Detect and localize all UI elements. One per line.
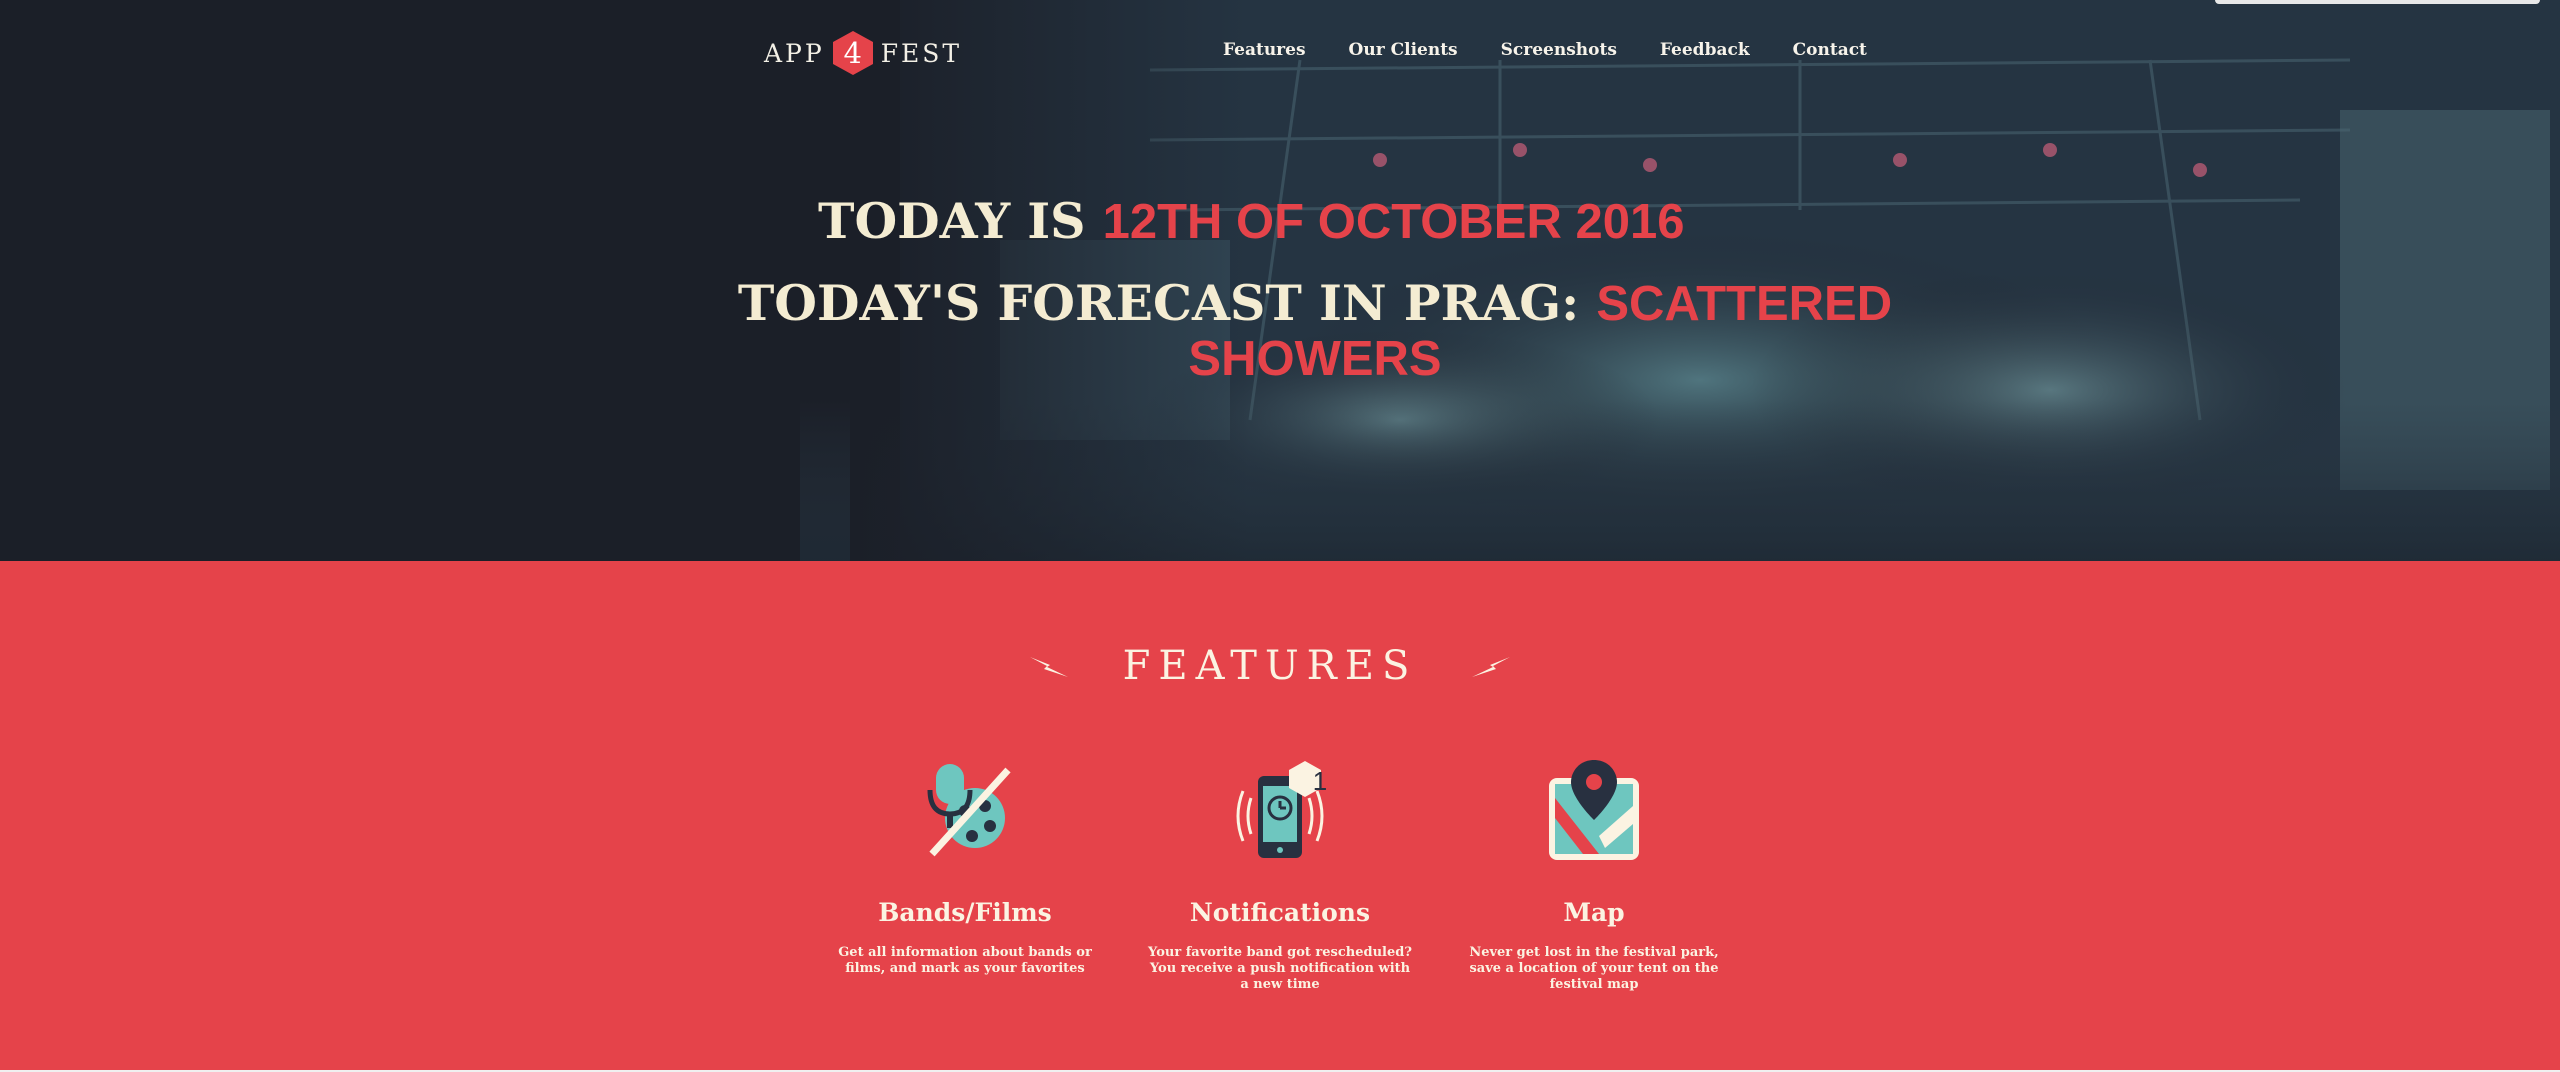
logo-right-word: FEST — [880, 38, 963, 68]
hero-date-prefix: TODAY IS — [818, 192, 1103, 250]
lightning-bolt-right-icon — [1471, 657, 1510, 677]
microphone-film-reel-icon — [927, 764, 1011, 857]
hero-forecast-heading: TODAY'S FORECAST IN PRAG: SCATTERED SHOW… — [700, 276, 1930, 386]
logo-number: 4 — [843, 36, 862, 70]
feature-title: Bands/Films — [878, 898, 1052, 927]
feature-description: Never get lost in the festival park, sav… — [1469, 945, 1719, 992]
main-nav: Features Our Clients Screenshots Feedbac… — [1223, 40, 1910, 60]
logo[interactable]: APP 4 FEST — [764, 30, 962, 76]
nav-item-our-clients[interactable]: Our Clients — [1349, 40, 1458, 60]
feature-notifications: 1 Notifications Your favorite band got r… — [1140, 756, 1420, 993]
lightning-bolt-left-icon — [1030, 657, 1068, 677]
feature-bands-films: Bands/Films Get all information about ba… — [825, 756, 1105, 977]
hero-forecast-prefix: TODAY'S FORECAST IN PRAG: — [737, 274, 1597, 332]
hero-date-value: 12TH OF OCTOBER 2016 — [1102, 195, 1685, 249]
logo-left-word: APP — [764, 38, 825, 68]
nav-item-contact[interactable]: Contact — [1793, 40, 1867, 60]
hero-date-heading: TODAY IS 12TH OF OCTOBER 2016 — [818, 192, 2018, 250]
features-title: FEATURES — [1122, 643, 1418, 689]
nav-item-feedback[interactable]: Feedback — [1660, 40, 1750, 60]
feature-title: Notifications — [1189, 898, 1371, 927]
feature-description: Get all information about bands or films… — [838, 945, 1092, 976]
feature-map: Map Never get lost in the festival park,… — [1454, 756, 1734, 993]
features-section: FEATURES Bands/Films Get all information… — [0, 561, 2560, 1072]
logo-hexagon-icon: 4 — [831, 30, 875, 76]
feature-description: Your favorite band got rescheduled? You … — [1148, 945, 1412, 992]
nav-item-features[interactable]: Features — [1223, 40, 1306, 60]
top-bar-corner — [2215, 0, 2540, 4]
map-pin-icon — [1549, 760, 1639, 860]
notification-badge: 1 — [1312, 766, 1328, 796]
features-header: FEATURES — [1030, 641, 1510, 691]
nav-item-screenshots[interactable]: Screenshots — [1501, 40, 1617, 60]
feature-title: Map — [1563, 898, 1625, 927]
hero-section: APP 4 FEST Features Our Clients Screensh… — [0, 0, 2560, 561]
